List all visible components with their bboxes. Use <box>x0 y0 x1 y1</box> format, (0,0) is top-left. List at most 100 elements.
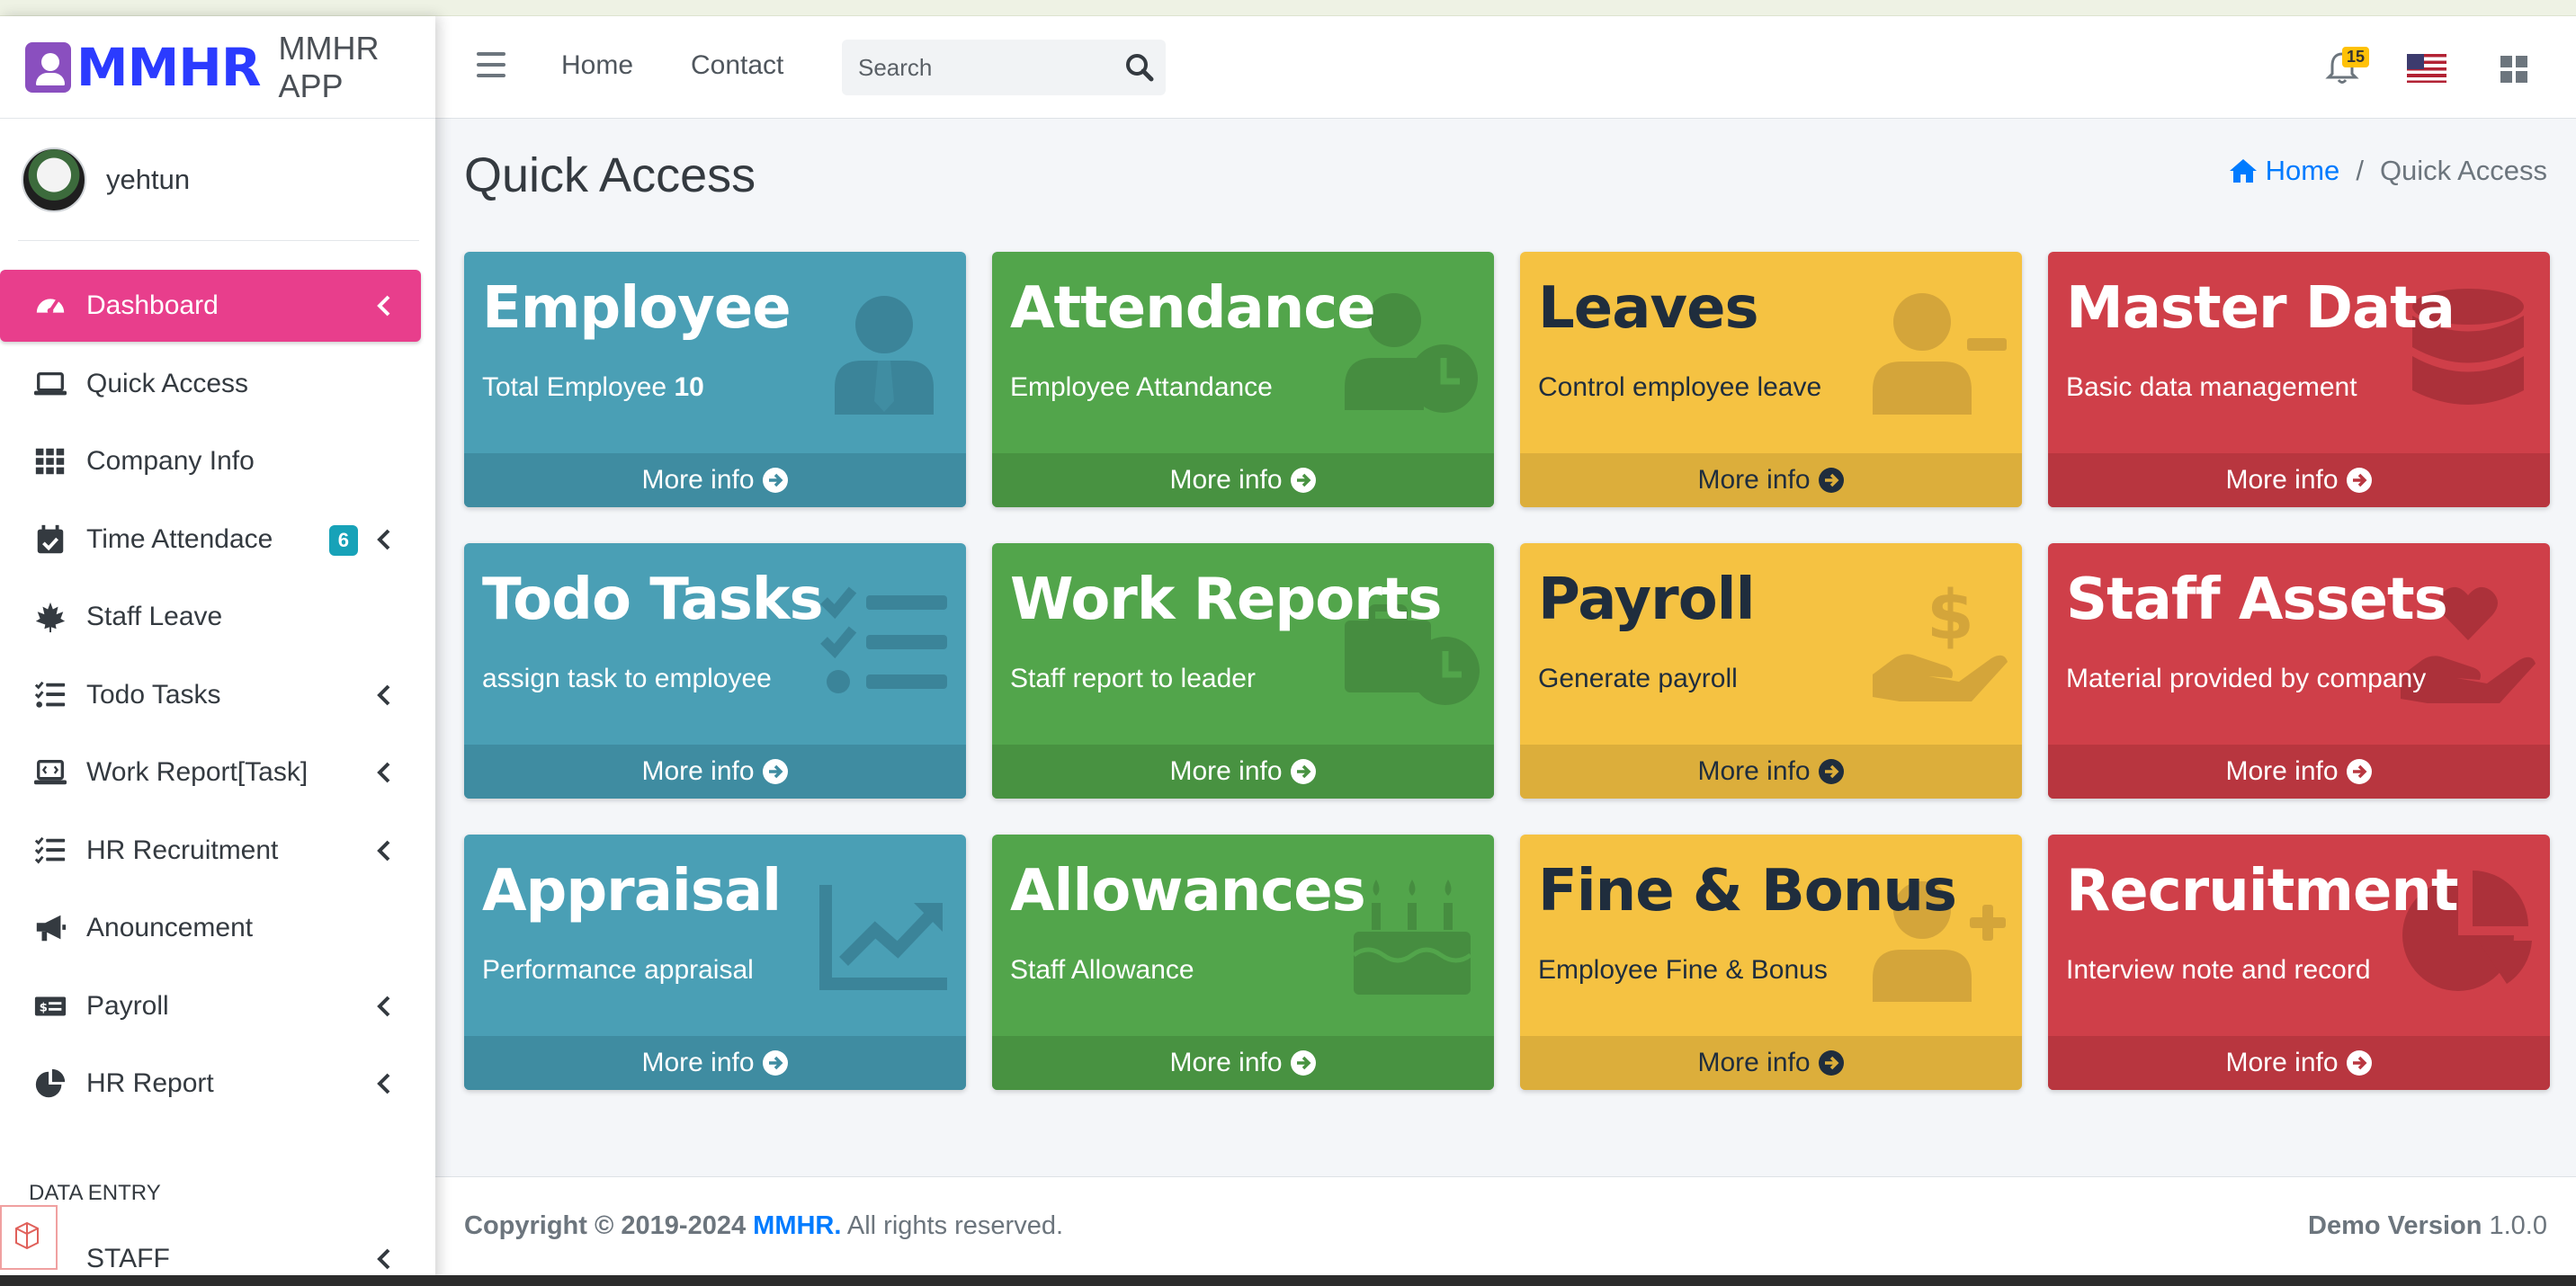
more-info-link[interactable]: More info <box>1520 745 2022 799</box>
list-check-icon <box>32 833 68 869</box>
card-todo-tasks: Todo Tasks assign task to employee More in… <box>464 543 966 799</box>
more-info-link[interactable]: More info <box>1520 1036 2022 1090</box>
sidebar-item-label: HR Report <box>86 1068 214 1098</box>
sidebar-item-dashboard[interactable]: Dashboard <box>0 270 421 342</box>
arrow-circle-right-icon <box>1818 759 1844 784</box>
card-title: Attendance <box>1010 275 1376 342</box>
breadcrumb-home-link[interactable]: Home <box>2228 155 2339 187</box>
hand-holding-usd-icon: $ <box>1873 575 2008 710</box>
arrow-circle-right-icon <box>1290 1050 1316 1076</box>
breadcrumb: Home / Quick Access <box>2228 155 2547 187</box>
chevron-left-icon[interactable] <box>374 838 394 863</box>
more-info-link[interactable]: More info <box>464 745 966 799</box>
arrow-circle-right-icon <box>762 759 788 784</box>
card-subtitle: Performance appraisal <box>482 955 754 986</box>
brand-link[interactable]: MMHR MMHR APP <box>0 16 435 119</box>
more-info-label: More info <box>2225 465 2339 495</box>
more-info-link[interactable]: More info <box>464 453 966 507</box>
card-subtitle-value: 10 <box>674 372 704 402</box>
card-leaves: Leaves Control employee leave More info <box>1520 252 2022 507</box>
apps-grid-icon[interactable] <box>2500 56 2527 83</box>
arrow-circle-right-icon <box>1290 468 1316 493</box>
page-footer: Copyright © 2019-2024 MMHR. All rights r… <box>435 1176 2576 1286</box>
card-title: Work Reports <box>1010 567 1442 633</box>
more-info-label: More info <box>1169 756 1283 786</box>
sidebar-item-hr-recruitment[interactable]: HR Recruitment <box>0 815 421 887</box>
sidebar-item-payroll[interactable]: $ Payroll <box>0 970 421 1042</box>
sidebar-nav: Dashboard Quick Access Company Info Time At… <box>0 241 435 1120</box>
more-info-link[interactable]: More info <box>464 1036 966 1090</box>
more-info-link[interactable]: More info <box>2048 745 2550 799</box>
search-icon[interactable] <box>1124 52 1155 83</box>
sidebar-item-work-report-task[interactable]: Work Report[Task] <box>0 737 421 808</box>
card-subtitle-text: Material provided by company <box>2066 664 2427 693</box>
more-info-label: More info <box>641 756 755 786</box>
user-panel[interactable]: yehtun <box>18 119 419 241</box>
copyright-suffix: All rights reserved. <box>841 1211 1064 1240</box>
money-check-icon: $ <box>32 988 68 1024</box>
sidebar-item-staff-leave[interactable]: Staff Leave <box>0 581 421 653</box>
sidebar-item-quick-access[interactable]: Quick Access <box>0 348 421 420</box>
chart-line-icon <box>817 867 952 1002</box>
more-info-link[interactable]: More info <box>2048 1036 2550 1090</box>
more-info-link[interactable]: More info <box>992 453 1494 507</box>
footer-brand-link[interactable]: MMHR. <box>753 1211 841 1240</box>
laravel-debug-icon[interactable] <box>0 1205 58 1270</box>
sidebar-item-label: Staff Leave <box>86 602 223 631</box>
nav-link-contact[interactable]: Contact <box>691 50 783 81</box>
user-tie-icon <box>817 284 952 419</box>
sidebar-item-label: Todo Tasks <box>86 679 221 710</box>
arrow-circle-right-icon <box>2346 468 2372 493</box>
page-title: Quick Access <box>464 148 756 202</box>
chevron-left-icon[interactable] <box>374 1071 394 1096</box>
card-subtitle-text: Basic data management <box>2066 372 2357 402</box>
card-subtitle: Generate payroll <box>1538 664 1738 694</box>
arrow-circle-right-icon <box>762 1050 788 1076</box>
more-info-link[interactable]: More info <box>2048 453 2550 507</box>
sidebar-item-anouncement[interactable]: Anouncement <box>0 892 421 964</box>
user-name[interactable]: yehtun <box>106 164 190 196</box>
sidebar-item-time-attendace[interactable]: Time Attendace 6 <box>0 504 421 576</box>
card-subtitle-text: Performance appraisal <box>482 955 754 985</box>
sidebar-item-label: Company Info <box>86 446 255 476</box>
sidebar-item-hr-report[interactable]: HR Report <box>0 1048 421 1120</box>
card-subtitle-text: Control employee leave <box>1538 372 1822 402</box>
card-title: Master Data <box>2066 275 2455 342</box>
notification-badge: 15 <box>2342 47 2370 67</box>
card-master-data: Master Data Basic data management More inf… <box>2048 252 2550 507</box>
taskbar-edge <box>0 1275 2576 1286</box>
nav-link-home[interactable]: Home <box>561 50 633 81</box>
arrow-circle-right-icon <box>2346 1050 2372 1076</box>
chevron-left-icon[interactable] <box>374 527 394 552</box>
sidebar-item-todo-tasks[interactable]: Todo Tasks <box>0 659 421 731</box>
card-title: Payroll <box>1538 567 1756 633</box>
user-minus-icon <box>1873 284 2008 419</box>
more-info-link[interactable]: More info <box>992 1036 1494 1090</box>
card-title: Allowances <box>1010 858 1366 924</box>
card-subtitle-text: Interview note and record <box>2066 955 2371 985</box>
search-input[interactable] <box>842 40 1103 95</box>
card-subtitle: Total Employee 10 <box>482 372 704 403</box>
maple-leaf-icon <box>32 599 68 635</box>
chevron-left-icon[interactable] <box>374 683 394 708</box>
breadcrumb-separator: / <box>2356 155 2364 186</box>
arrow-circle-right-icon <box>1818 1050 1844 1076</box>
more-info-label: More info <box>1169 1048 1283 1077</box>
version-text: Demo Version 1.0.0 <box>2308 1211 2547 1241</box>
more-info-link[interactable]: More info <box>1520 453 2022 507</box>
us-flag-icon[interactable] <box>2407 54 2446 83</box>
card-work-reports: Work Reports Staff report to leader More i… <box>992 543 1494 799</box>
card-title: Recruitment <box>2066 858 2459 924</box>
top-navbar: Home Contact 15 <box>435 16 2576 119</box>
chevron-left-icon[interactable] <box>374 994 394 1019</box>
chevron-left-icon[interactable] <box>374 293 394 318</box>
sidebar-item-label: Anouncement <box>86 913 254 942</box>
menu-toggle-icon[interactable] <box>477 52 505 83</box>
more-info-link[interactable]: More info <box>992 745 1494 799</box>
version-number: 1.0.0 <box>2482 1211 2547 1240</box>
more-info-label: More info <box>2225 756 2339 786</box>
chevron-left-icon[interactable] <box>374 760 394 785</box>
sidebar-item-company-info[interactable]: Company Info <box>0 425 421 497</box>
arrow-circle-right-icon <box>2346 759 2372 784</box>
card-subtitle: Employee Attandance <box>1010 372 1273 403</box>
